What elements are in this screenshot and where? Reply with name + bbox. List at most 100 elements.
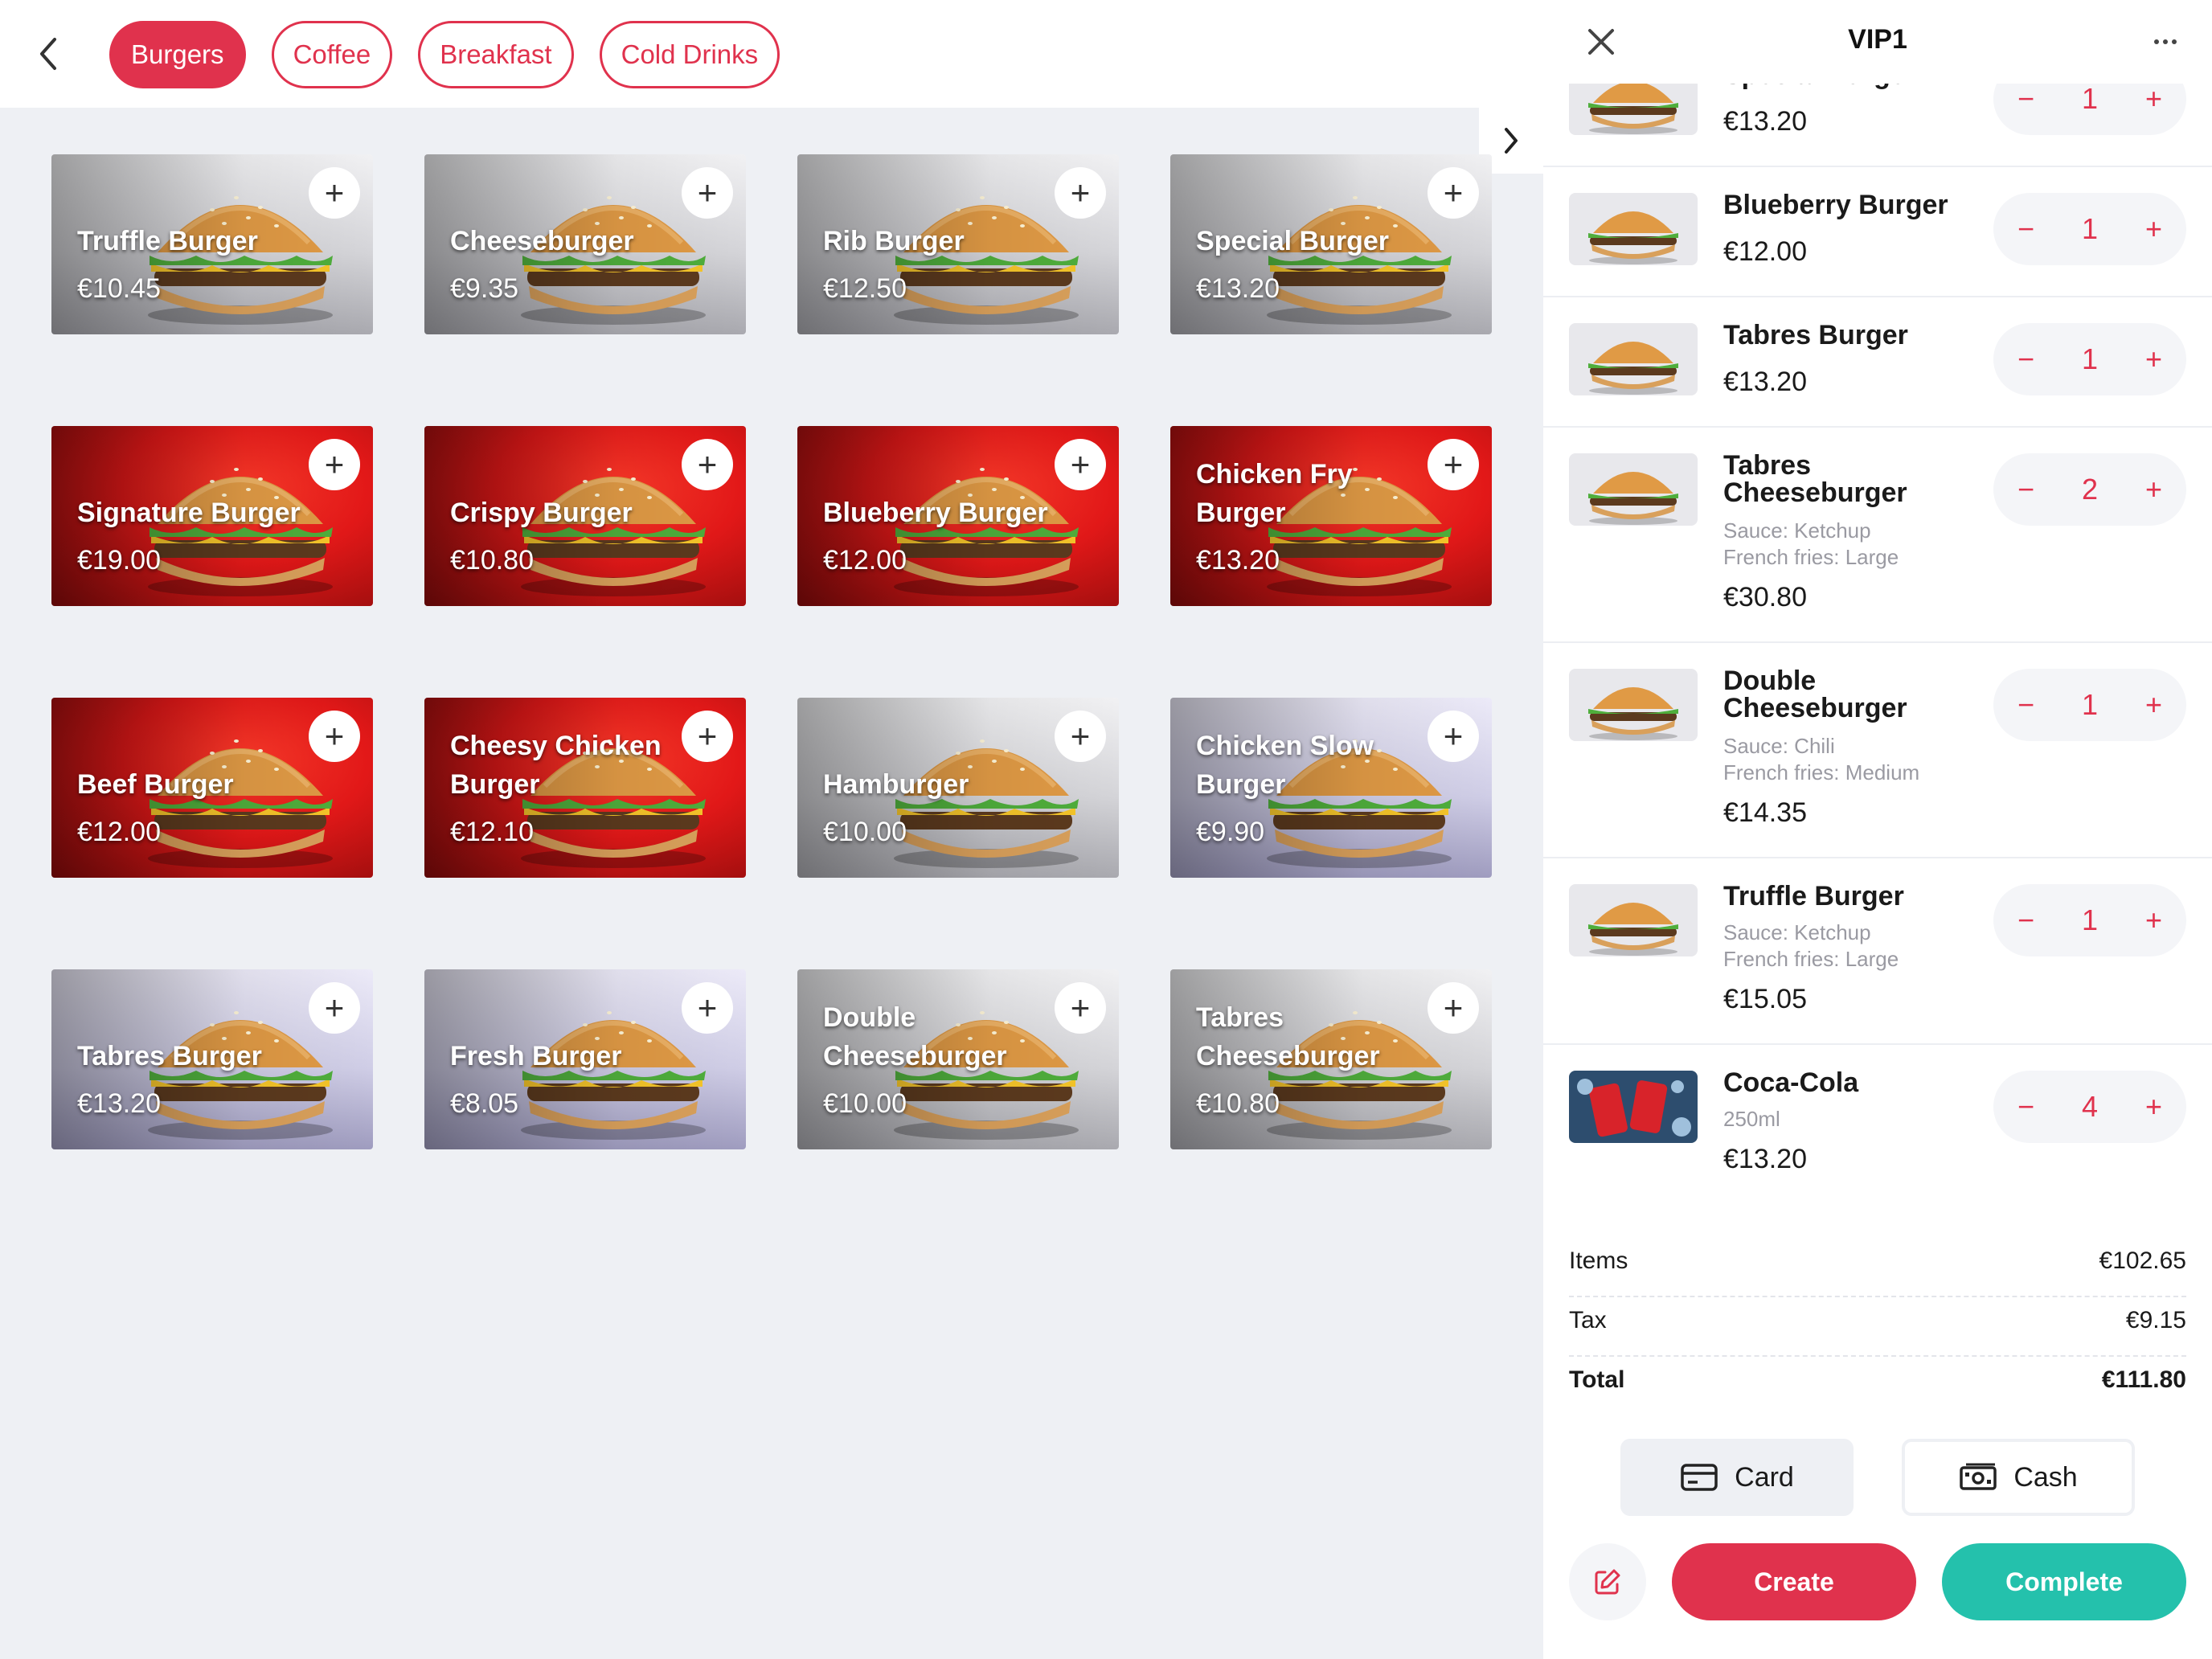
category-tab-coffee[interactable]: Coffee [271, 21, 393, 88]
add-to-order-button[interactable]: + [1428, 167, 1479, 219]
edit-order-button[interactable] [1569, 1543, 1646, 1620]
order-item[interactable]: Tabres Burger €13.20 − 1 + [1543, 297, 2212, 428]
order-item-name: Double Cheeseburger [1723, 666, 1907, 723]
plus-icon: + [1070, 445, 1091, 483]
credit-card-icon [1681, 1464, 1718, 1491]
category-tab-breakfast[interactable]: Breakfast [418, 21, 574, 88]
order-item[interactable]: Coca-Cola 250ml €13.20 − 4 + [1543, 1045, 2212, 1194]
add-to-order-button[interactable]: + [1055, 439, 1106, 490]
decrease-button[interactable]: − [2017, 473, 2034, 506]
product-card[interactable]: Hamburger €10.00 + [797, 698, 1119, 878]
order-item-thumbnail [1569, 669, 1698, 741]
plus-icon: + [1070, 989, 1091, 1026]
order-item[interactable]: Blueberry Burger €12.00 − 1 + [1543, 167, 2212, 297]
product-card[interactable]: Truffle Burger €10.45 + [51, 154, 373, 334]
product-card[interactable]: Tabres Cheeseburger €10.80 + [1170, 969, 1492, 1149]
order-item-price: €30.80 [1723, 582, 1807, 612]
product-name: Cheeseburger [450, 226, 634, 256]
order-item-price: €13.20 [1723, 106, 1807, 137]
decrease-button[interactable]: − [2017, 84, 2034, 116]
product-card[interactable]: Signature Burger €19.00 + [51, 426, 373, 606]
add-to-order-button[interactable]: + [1428, 711, 1479, 762]
add-to-order-button[interactable]: + [1428, 439, 1479, 490]
plus-icon: + [1443, 174, 1464, 211]
back-button[interactable] [26, 26, 71, 82]
plus-icon: + [697, 717, 718, 755]
product-card[interactable]: Beef Burger €12.00 + [51, 698, 373, 878]
increase-button[interactable]: + [2145, 1090, 2162, 1124]
decrease-button[interactable]: − [2017, 903, 2034, 937]
product-card[interactable]: Tabres Burger €13.20 + [51, 969, 373, 1149]
product-name: Truffle Burger [77, 226, 258, 256]
plus-icon: + [324, 174, 345, 211]
order-items-list[interactable]: Special Burger €13.20 − 1 + Blueberry Bu… [1543, 84, 2212, 1194]
increase-button[interactable]: + [2145, 212, 2162, 246]
increase-button[interactable]: + [2145, 473, 2162, 506]
cash-icon [1960, 1463, 1997, 1490]
increase-button[interactable]: + [2145, 84, 2162, 116]
more-options-icon[interactable] [2148, 24, 2183, 59]
category-tab-cold-drinks[interactable]: Cold Drinks [599, 21, 780, 88]
product-card[interactable]: Fresh Burger €8.05 + [424, 969, 746, 1149]
total-label: Total [1569, 1366, 1625, 1393]
quantity-stepper: − 1 + [1993, 884, 2186, 956]
product-price: €9.90 [1196, 817, 1265, 847]
order-item[interactable]: Double Cheeseburger Sauce: Chili French f… [1543, 643, 2212, 858]
product-card[interactable]: Cheesy Chicken Burger €12.10 + [424, 698, 746, 878]
plus-icon: + [324, 445, 345, 483]
product-card[interactable]: Chicken Slow Burger €9.90 + [1170, 698, 1492, 878]
add-to-order-button[interactable]: + [1055, 982, 1106, 1034]
divider [1569, 1296, 2186, 1297]
product-card[interactable]: Crispy Burger €10.80 + [424, 426, 746, 606]
order-item-thumbnail [1569, 323, 1698, 395]
add-to-order-button[interactable]: + [1428, 982, 1479, 1034]
product-card[interactable]: Cheeseburger €9.35 + [424, 154, 746, 334]
product-card[interactable]: Blueberry Burger €12.00 + [797, 426, 1119, 606]
product-price: €13.20 [1196, 273, 1280, 304]
add-to-order-button[interactable]: + [1055, 167, 1106, 219]
plus-icon: + [1070, 717, 1091, 755]
add-to-order-button[interactable]: + [682, 982, 733, 1034]
add-to-order-button[interactable]: + [309, 167, 360, 219]
add-to-order-button[interactable]: + [682, 167, 733, 219]
complete-button[interactable]: Complete [1942, 1543, 2186, 1620]
pay-cash-button[interactable]: Cash [1902, 1439, 2135, 1516]
add-to-order-button[interactable]: + [309, 711, 360, 762]
order-item-name: Coca-Cola [1723, 1067, 1859, 1098]
decrease-button[interactable]: − [2017, 212, 2034, 246]
product-name: Hamburger [823, 769, 969, 800]
create-button[interactable]: Create [1672, 1543, 1916, 1620]
tax-row: Tax €9.15 [1569, 1307, 2186, 1334]
product-card[interactable]: Special Burger €13.20 + [1170, 154, 1492, 334]
category-bar: Burgers Coffee Breakfast Cold Drinks [0, 0, 1543, 108]
decrease-button[interactable]: − [2017, 688, 2034, 722]
product-card[interactable]: Double Cheeseburger €10.00 + [797, 969, 1119, 1149]
product-price: €10.80 [1196, 1088, 1280, 1119]
decrease-button[interactable]: − [2017, 1090, 2034, 1124]
product-card[interactable]: Rib Burger €12.50 + [797, 154, 1119, 334]
plus-icon: + [1070, 174, 1091, 211]
add-to-order-button[interactable]: + [309, 982, 360, 1034]
add-to-order-button[interactable]: + [682, 711, 733, 762]
increase-button[interactable]: + [2145, 342, 2162, 376]
order-item[interactable]: Truffle Burger Sauce: Ketchup French frie… [1543, 858, 2212, 1045]
product-card[interactable]: Chicken Fry Burger €13.20 + [1170, 426, 1492, 606]
increase-button[interactable]: + [2145, 903, 2162, 937]
order-item[interactable]: Tabres Cheeseburger Sauce: Ketchup French… [1543, 428, 2212, 643]
increase-button[interactable]: + [2145, 688, 2162, 722]
quantity-value: 1 [2081, 342, 2099, 375]
pay-card-label: Card [1735, 1461, 1794, 1493]
add-to-order-button[interactable]: + [1055, 711, 1106, 762]
order-item-price: €14.35 [1723, 797, 1807, 828]
product-name: Tabres Cheeseburger [1196, 1002, 1380, 1071]
product-name: Cheesy Chicken Burger [450, 731, 662, 800]
order-item-price: €12.00 [1723, 236, 1807, 267]
add-to-order-button[interactable]: + [682, 439, 733, 490]
divider [1569, 1355, 2186, 1357]
decrease-button[interactable]: − [2017, 342, 2034, 376]
category-tab-burgers[interactable]: Burgers [109, 21, 246, 88]
pay-card-button[interactable]: Card [1620, 1439, 1854, 1516]
product-price: €13.20 [1196, 545, 1280, 576]
order-item[interactable]: Special Burger €13.20 − 1 + [1543, 84, 2212, 167]
add-to-order-button[interactable]: + [309, 439, 360, 490]
